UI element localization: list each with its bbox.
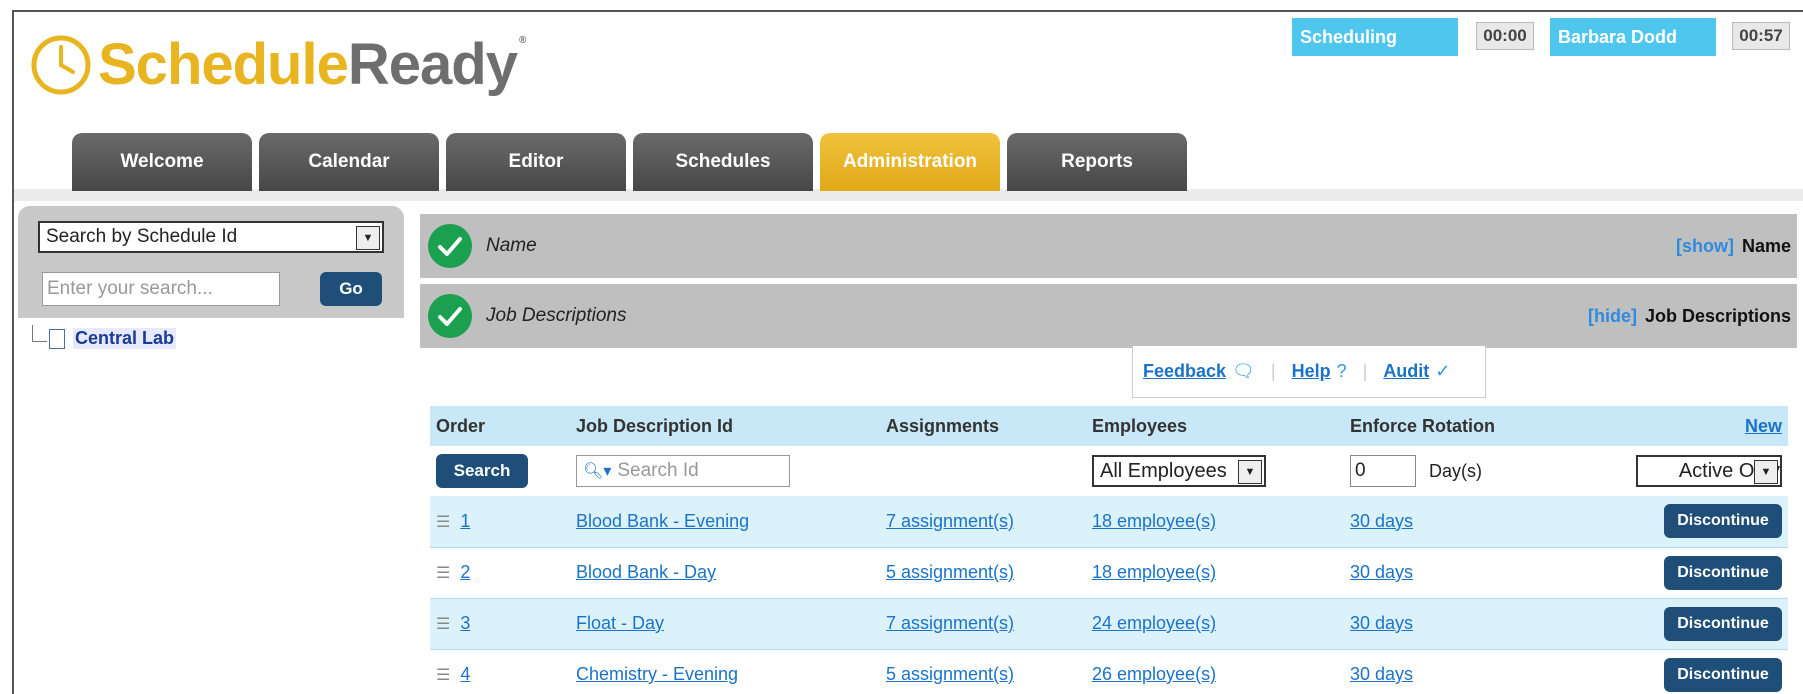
question-mark-icon: ? — [1336, 361, 1347, 381]
order-link[interactable]: 3 — [460, 613, 470, 633]
session-timer: 00:57 — [1732, 22, 1790, 50]
employees-link[interactable]: 26 employee(s) — [1092, 664, 1216, 684]
rotation-link[interactable]: 30 days — [1350, 511, 1413, 531]
filter-row: Search 🔍︎▾ Search Id All Employees ▼ 0 D… — [430, 446, 1788, 496]
col-header-assignments[interactable]: Assignments — [880, 406, 1086, 446]
assignments-link[interactable]: 7 assignment(s) — [886, 613, 1014, 633]
search-type-value: Search by Schedule Id — [46, 226, 238, 247]
discontinue-button[interactable]: Discontinue — [1664, 555, 1782, 590]
tree-item-label[interactable]: Central Lab — [73, 328, 177, 349]
section-job-descriptions-header[interactable]: Job Descriptions [hide] Job Descriptions — [420, 284, 1797, 348]
assignments-link[interactable]: 7 assignment(s) — [886, 511, 1014, 531]
speech-bubble-icon: 🗨︎ — [1232, 361, 1255, 381]
job-description-link[interactable]: Blood Bank - Evening — [576, 511, 749, 531]
job-description-link[interactable]: Chemistry - Evening — [576, 664, 738, 684]
assignments-link[interactable]: 5 assignment(s) — [886, 562, 1014, 582]
discontinue-button[interactable]: Discontinue — [1664, 504, 1782, 539]
col-header-job-description-id[interactable]: Job Description Id — [570, 406, 880, 446]
go-button[interactable]: Go — [320, 272, 382, 306]
new-link[interactable]: New — [1745, 416, 1782, 436]
search-button[interactable]: Search — [436, 454, 528, 488]
audit-link[interactable]: Audit — [1383, 361, 1429, 382]
col-header-employees[interactable]: Employees — [1086, 406, 1344, 446]
status-filter-select[interactable]: Active Only ▼ — [1636, 455, 1782, 487]
employees-link[interactable]: 24 employee(s) — [1092, 613, 1216, 633]
employees-filter-value: All Employees — [1100, 460, 1227, 482]
order-link[interactable]: 2 — [460, 562, 470, 582]
section-label: Job Descriptions — [1644, 306, 1791, 326]
tab-welcome[interactable]: Welcome — [72, 133, 252, 191]
job-description-link[interactable]: Blood Bank - Day — [576, 562, 716, 582]
discontinue-button[interactable]: Discontinue — [1664, 606, 1782, 641]
rotation-link[interactable]: 30 days — [1350, 664, 1413, 684]
feedback-link[interactable]: Feedback — [1143, 361, 1226, 382]
drag-handle-icon[interactable]: ☰ — [436, 565, 450, 582]
chevron-down-icon[interactable]: ▼ — [1238, 460, 1262, 484]
main-tabs: Welcome Calendar Editor Schedules Admini… — [14, 120, 1803, 201]
separator: | — [1270, 361, 1276, 381]
drag-handle-icon[interactable]: ☰ — [436, 616, 450, 633]
help-link[interactable]: Help — [1292, 361, 1331, 382]
discontinue-button[interactable]: Discontinue — [1664, 657, 1782, 692]
search-icon: 🔍︎▾ — [583, 463, 612, 480]
rotation-days-input[interactable]: 0 — [1350, 455, 1416, 487]
job-descriptions-table: Order Job Description Id Assignments Emp… — [430, 406, 1788, 694]
clock-icon — [31, 35, 91, 95]
user-name[interactable]: Barbara Dodd — [1550, 18, 1716, 56]
hide-toggle-link[interactable]: [hide] — [1588, 306, 1637, 326]
section-title: Name — [486, 235, 537, 256]
employees-link[interactable]: 18 employee(s) — [1092, 511, 1216, 531]
tab-calendar[interactable]: Calendar — [259, 133, 439, 191]
logo-registered-mark: ® — [518, 35, 526, 46]
tab-editor[interactable]: Editor — [446, 133, 626, 191]
sidebar-search-input[interactable]: Enter your search... — [42, 272, 280, 306]
help-links-bar: Feedback 🗨︎ | Help ? | Audit ✓ — [1132, 346, 1486, 398]
logo-text-ready: Ready — [347, 32, 518, 97]
assignments-link[interactable]: 5 assignment(s) — [886, 664, 1014, 684]
table-header-row: Order Job Description Id Assignments Emp… — [430, 406, 1788, 446]
tab-schedules[interactable]: Schedules — [633, 133, 813, 191]
status-timer: 00:00 — [1476, 22, 1534, 50]
order-link[interactable]: 4 — [460, 664, 470, 684]
tab-reports[interactable]: Reports — [1007, 133, 1187, 191]
tab-administration[interactable]: Administration — [820, 133, 1000, 191]
search-type-select[interactable]: Search by Schedule Id ▼ — [38, 221, 384, 253]
order-link[interactable]: 1 — [460, 511, 470, 531]
tree-item-central-lab[interactable]: Central Lab — [32, 325, 177, 349]
chevron-down-icon[interactable]: ▼ — [356, 226, 380, 250]
show-toggle-link[interactable]: [show] — [1676, 236, 1734, 256]
app-logo: ScheduleReady ® — [30, 30, 526, 100]
search-id-placeholder: Search Id — [617, 460, 699, 481]
rotation-link[interactable]: 30 days — [1350, 613, 1413, 633]
app-window: ScheduleReady ® Scheduling 00:00 Barbara … — [12, 10, 1803, 694]
drag-handle-icon[interactable]: ☰ — [436, 667, 450, 684]
sidebar-search-panel: Search by Schedule Id ▼ Enter your searc… — [18, 206, 404, 318]
col-header-enforce-rotation[interactable]: Enforce Rotation — [1344, 406, 1626, 446]
table-row: ☰ 4 Chemistry - Evening 5 assignment(s) 2… — [430, 649, 1788, 694]
section-label: Name — [1741, 236, 1791, 256]
section-title: Job Descriptions — [486, 305, 627, 326]
col-header-order[interactable]: Order — [430, 406, 570, 446]
rotation-link[interactable]: 30 days — [1350, 562, 1413, 582]
table-row: ☰ 1 Blood Bank - Evening 7 assignment(s) … — [430, 496, 1788, 547]
checkmark-icon: ✓ — [1435, 361, 1451, 381]
checkmark-icon — [428, 224, 472, 268]
logo-text-schedule: Schedule — [98, 32, 349, 97]
document-icon — [49, 328, 65, 349]
search-id-input[interactable]: 🔍︎▾ Search Id — [576, 455, 790, 487]
employees-link[interactable]: 18 employee(s) — [1092, 562, 1216, 582]
table-row: ☰ 2 Blood Bank - Day 5 assignment(s) 18 e… — [430, 547, 1788, 598]
status-label: Scheduling — [1292, 18, 1458, 56]
employees-filter-select[interactable]: All Employees ▼ — [1092, 455, 1266, 487]
table-row: ☰ 3 Float - Day 7 assignment(s) 24 employ… — [430, 598, 1788, 649]
checkmark-icon — [428, 294, 472, 338]
separator: | — [1362, 361, 1368, 381]
section-name-header[interactable]: Name [show] Name — [420, 214, 1797, 278]
drag-handle-icon[interactable]: ☰ — [436, 514, 450, 531]
tree-connector — [32, 325, 47, 342]
job-description-link[interactable]: Float - Day — [576, 613, 664, 633]
rotation-unit-label: Day(s) — [1429, 460, 1483, 481]
chevron-down-icon[interactable]: ▼ — [1754, 460, 1778, 484]
